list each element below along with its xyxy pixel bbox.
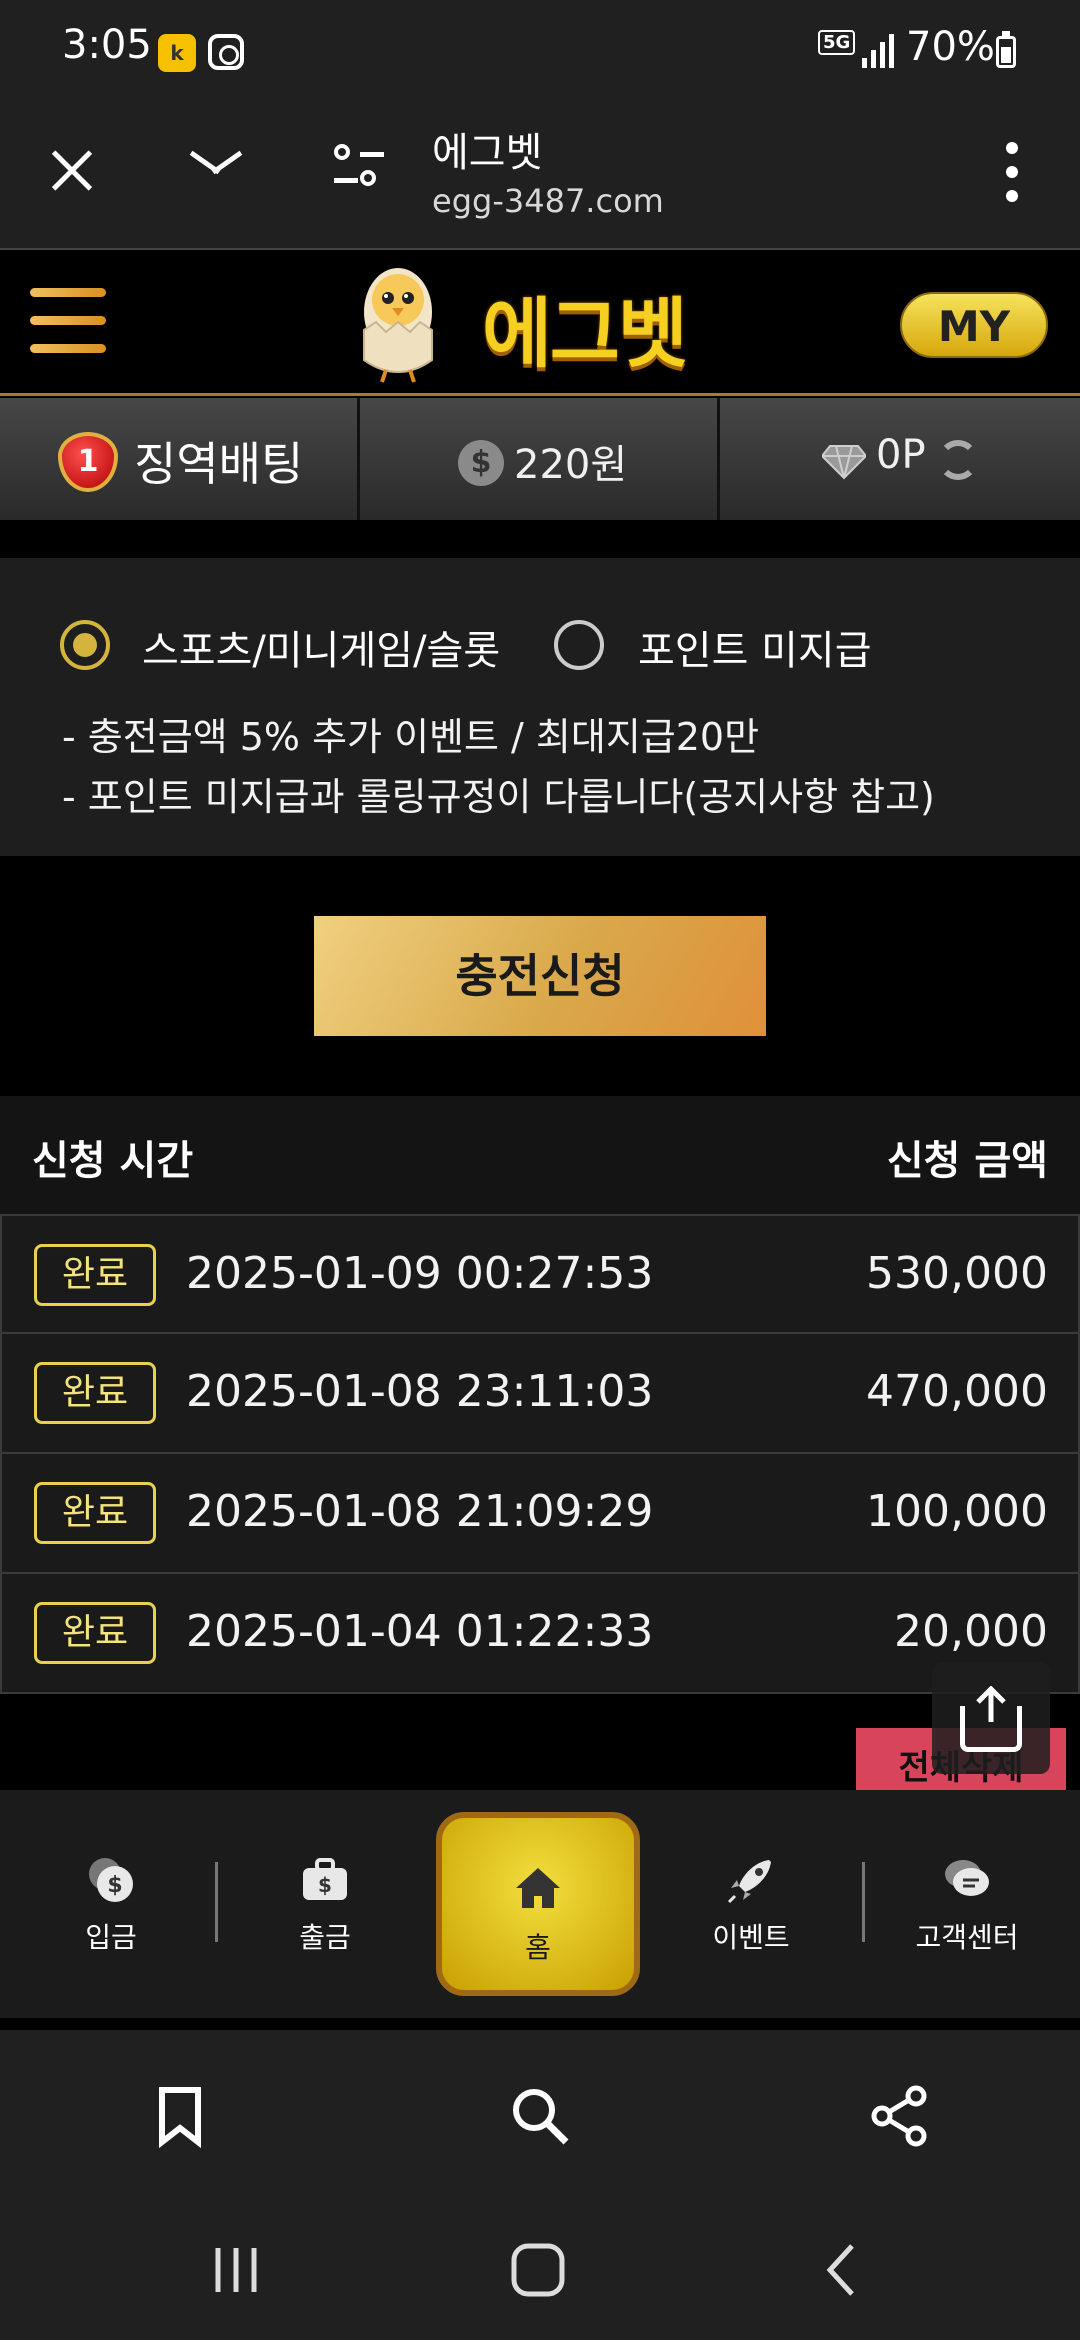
history-table-header: 신청 시간 신청 금액 [0, 1096, 1080, 1214]
request-amount: 470,000 [866, 1366, 1048, 1417]
tray-icon [960, 1706, 1022, 1752]
share-icon[interactable] [868, 2084, 932, 2148]
points-cell[interactable]: 0P [720, 398, 1080, 520]
rocket-icon [727, 1860, 771, 1904]
event-note: - 충전금액 5% 추가 이벤트 / 최대지급20만 [62, 715, 760, 759]
table-row[interactable]: 완료 2025-01-08 21:09:29 100,000 [0, 1454, 1080, 1574]
nav-divider [862, 1862, 865, 1942]
request-time: 2025-01-08 23:11:03 [186, 1366, 654, 1417]
search-icon[interactable] [508, 2084, 572, 2148]
status-bar: 3:05 k 5G 70% [0, 0, 1080, 104]
level-label: 징역배팅 [134, 437, 304, 491]
system-navigation-bar [0, 2200, 1080, 2340]
radio-no-points[interactable] [554, 620, 604, 670]
signal-icon [862, 34, 896, 68]
home-system-icon[interactable] [508, 2240, 568, 2300]
browser-toolbar: 에그벳 egg-3487.com [0, 104, 1080, 250]
site-header: 에그벳 MY [0, 252, 1080, 396]
user-info-bar: 1 징역배팅 $ 220원 0P [0, 398, 1080, 520]
bookmark-icon[interactable] [148, 2084, 212, 2148]
column-header-amount: 신청 금액 [886, 1138, 1048, 1184]
nav-label-home: 홈 [525, 1931, 551, 1964]
money-balance: 220원 [514, 442, 628, 488]
hamburger-menu-icon[interactable] [30, 288, 106, 354]
site-logo-text[interactable]: 에그벳 [482, 272, 688, 382]
scroll-to-top-button[interactable] [932, 1662, 1050, 1774]
site-bottom-nav: $ 입금 $ 출금 홈 이벤트 고객센터 [0, 1790, 1080, 2018]
nav-support[interactable]: 고객센터 [902, 1854, 1032, 1956]
svg-text:$: $ [107, 1873, 122, 1898]
browser-bottom-toolbar [0, 2030, 1080, 2200]
instagram-icon [208, 34, 244, 70]
recent-apps-icon[interactable] [206, 2240, 266, 2300]
home-icon [516, 1868, 560, 1908]
level-cell[interactable]: 1 징역배팅 [0, 398, 360, 520]
coin-icon: $ [458, 440, 504, 486]
request-amount: 100,000 [866, 1486, 1048, 1537]
status-time: 3:05 [62, 22, 152, 68]
site-settings-icon[interactable] [334, 144, 384, 194]
charge-request-button[interactable]: 충전신청 [314, 916, 766, 1036]
back-icon[interactable] [812, 2240, 872, 2300]
table-row[interactable]: 완료 2025-01-04 01:22:33 20,000 [0, 1574, 1080, 1694]
request-time: 2025-01-04 01:22:33 [186, 1606, 654, 1657]
table-row[interactable]: 완료 2025-01-09 00:27:53 530,000 [0, 1214, 1080, 1334]
battery-level: 70% [906, 24, 995, 70]
nav-divider [215, 1862, 218, 1942]
request-amount: 20,000 [894, 1606, 1048, 1657]
status-badge: 완료 [34, 1482, 156, 1544]
nav-withdraw[interactable]: $ 출금 [260, 1854, 390, 1956]
svg-text:$: $ [318, 1873, 332, 1897]
nav-deposit[interactable]: $ 입금 [46, 1854, 176, 1956]
table-row[interactable]: 완료 2025-01-08 23:11:03 470,000 [0, 1334, 1080, 1454]
level-badge-icon: 1 [58, 432, 118, 492]
page-url[interactable]: egg-3487.com [432, 182, 664, 220]
nav-label-withdraw: 출금 [299, 1921, 351, 1954]
request-amount: 530,000 [866, 1248, 1048, 1299]
request-time: 2025-01-09 00:27:53 [186, 1248, 654, 1299]
charge-options-panel: 스포츠/미니게임/슬롯 포인트 미지급 - 충전금액 5% 추가 이벤트 / 최… [0, 558, 1080, 856]
app-notification-icon: k [158, 34, 196, 72]
diamond-icon [822, 445, 866, 480]
radio-label-sports[interactable]: 스포츠/미니게임/슬롯 [142, 618, 500, 676]
nav-event[interactable]: 이벤트 [686, 1854, 816, 1956]
status-badge: 완료 [34, 1602, 156, 1664]
refresh-icon[interactable] [938, 440, 978, 480]
nav-label-deposit: 입금 [85, 1921, 137, 1954]
briefcase-icon: $ [303, 1858, 347, 1900]
chevron-down-icon[interactable] [186, 146, 244, 186]
points-balance: 0P [876, 432, 926, 478]
status-badge: 완료 [34, 1362, 156, 1424]
request-time: 2025-01-08 21:09:29 [186, 1486, 654, 1537]
nav-home[interactable]: 홈 [436, 1812, 640, 1996]
network-type: 5G [818, 30, 856, 55]
column-header-time: 신청 시간 [32, 1138, 194, 1184]
chick-mascot-logo [363, 268, 433, 383]
radio-label-no-points[interactable]: 포인트 미지급 [638, 618, 872, 676]
rolling-note: - 포인트 미지급과 롤링규정이 다릅니다(공지사항 참고) [62, 775, 935, 819]
status-badge: 완료 [34, 1244, 156, 1306]
chat-bubble-icon [945, 1860, 989, 1896]
deposit-coins-icon: $ [89, 1858, 133, 1902]
close-icon[interactable] [46, 144, 98, 196]
money-cell[interactable]: $ 220원 [360, 398, 720, 520]
nav-label-support: 고객센터 [915, 1921, 1019, 1954]
nav-label-event: 이벤트 [712, 1921, 790, 1954]
more-options-icon[interactable] [1006, 142, 1018, 202]
radio-sports-minigame-slot[interactable] [60, 620, 110, 670]
history-table: 완료 2025-01-09 00:27:53 530,000 완료 2025-0… [0, 1214, 1080, 1694]
battery-icon [996, 31, 1016, 68]
my-page-button[interactable]: MY [900, 292, 1048, 358]
page-title: 에그벳 [432, 130, 543, 176]
